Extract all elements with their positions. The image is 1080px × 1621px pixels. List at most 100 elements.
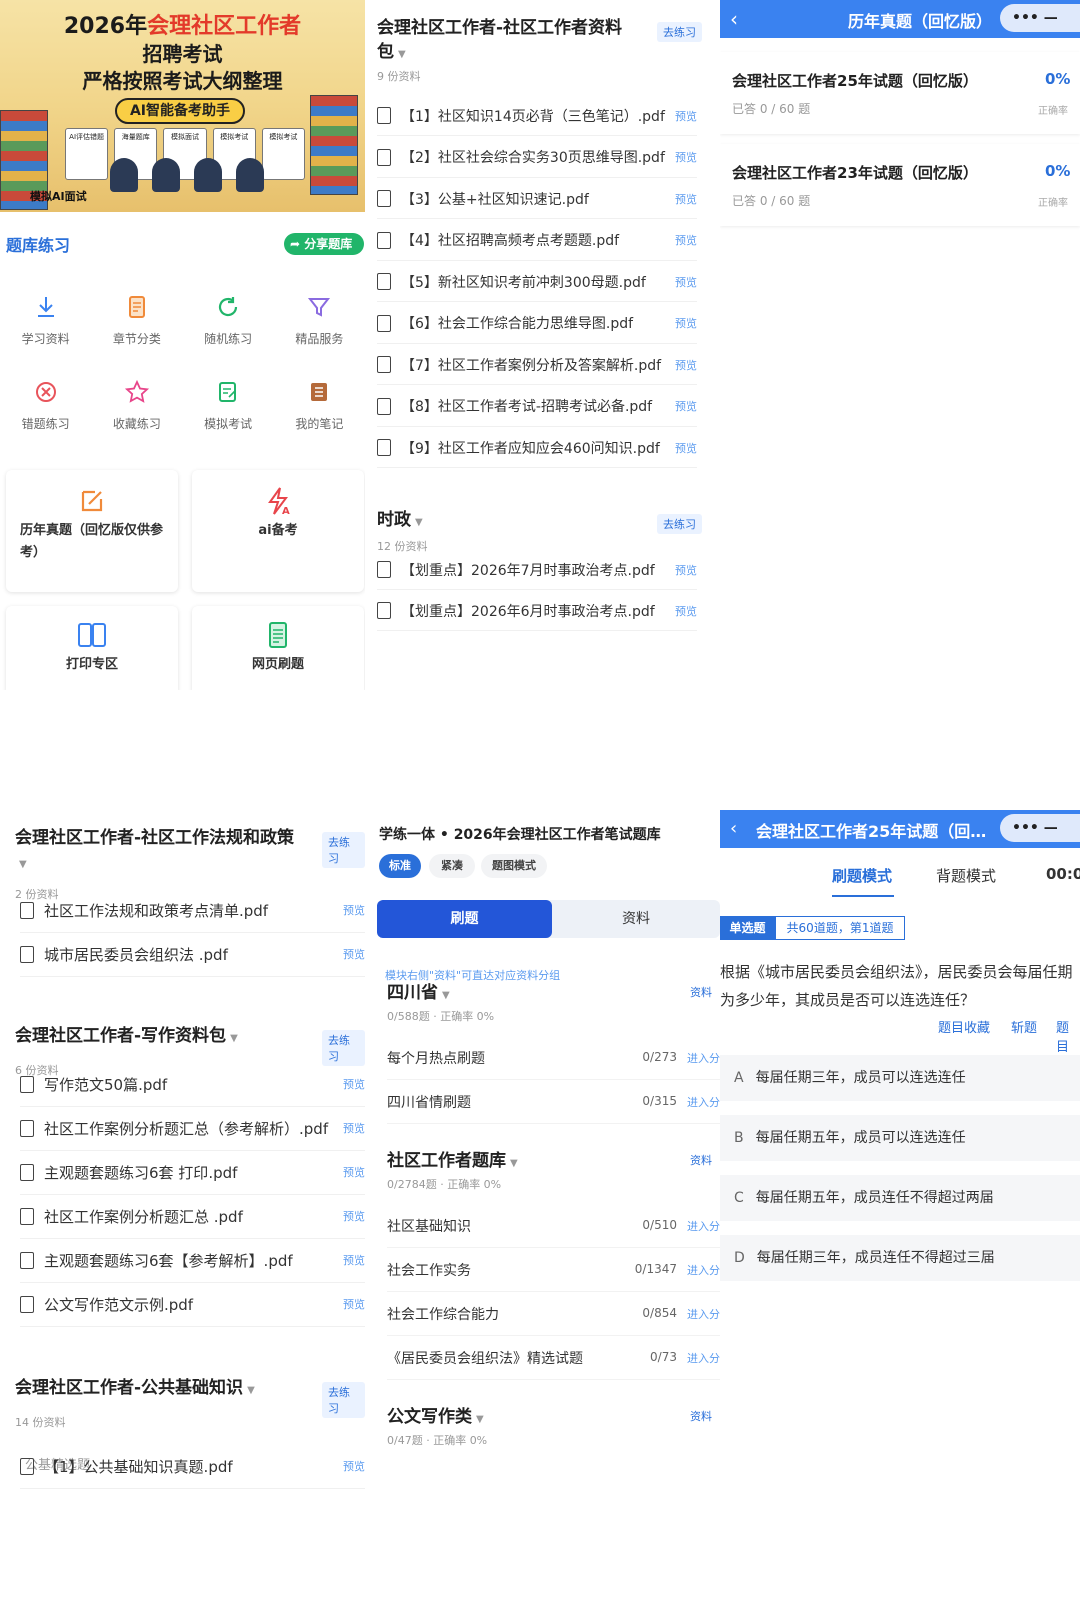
bank-group-title[interactable]: 公文写作类 ▼ (387, 1402, 484, 1427)
preview-button[interactable]: 预览 (343, 1458, 365, 1474)
share-button[interactable]: ➦ 分享题库 (284, 233, 364, 255)
preview-button[interactable]: 预览 (675, 603, 697, 619)
file-row[interactable]: 社区工作案例分析题汇总（参考解析）.pdf 预览 (20, 1106, 365, 1151)
option-c[interactable]: C 每届任期五年，成员连任不得超过两届 (720, 1175, 1080, 1221)
menu-capsule[interactable]: ••• — (1000, 4, 1080, 32)
tag-image-mode[interactable]: 题图模式 (481, 854, 547, 878)
enter-category-button[interactable]: 进入分类 (687, 1094, 720, 1110)
bank-row[interactable]: 社会工作实务 0/1347 进入分类 (387, 1248, 720, 1292)
grid-item-random[interactable]: 随机练习 (183, 290, 274, 347)
file-row[interactable]: 【9】社区工作者应知应会460问知识.pdf 预览 (377, 428, 697, 468)
preview-button[interactable]: 预览 (343, 1252, 365, 1268)
grid-item-study-materials[interactable]: 学习资料 (0, 290, 91, 347)
file-row[interactable]: 写作范文50篇.pdf 预览 (20, 1062, 365, 1107)
grid-item-premium[interactable]: 精品服务 (274, 290, 365, 347)
preview-button[interactable]: 预览 (343, 1296, 365, 1312)
menu-capsule[interactable]: ••• — (1000, 814, 1080, 842)
question-more-button[interactable]: 题目 (1056, 1017, 1080, 1055)
file-row[interactable]: 主观题套题练习6套【参考解析】.pdf 预览 (20, 1238, 365, 1283)
preview-button[interactable]: 预览 (675, 108, 697, 124)
bank-row[interactable]: 《居民委员会组织法》精选试题 0/73 进入分类 (387, 1336, 720, 1380)
group-materials-button[interactable]: 资料 (690, 984, 712, 1000)
go-practice-button[interactable]: 去练习 (657, 514, 702, 534)
promo-banner[interactable]: 2026年会理社区工作者 招聘考试 严格按照考试大纲整理 AI智能备考助手 AI… (0, 0, 365, 212)
file-row[interactable]: 【划重点】2026年6月时事政治考点.pdf 预览 (377, 591, 697, 631)
preview-button[interactable]: 预览 (675, 398, 697, 414)
file-row[interactable]: 【4】社区招聘高频考点考题题.pdf 预览 (377, 221, 697, 261)
segment-practice[interactable]: 刷题 (377, 900, 552, 938)
group-materials-button[interactable]: 资料 (690, 1152, 712, 1168)
file-row[interactable]: 【8】社区工作者考试-招聘考试必备.pdf 预览 (377, 387, 697, 427)
file-row[interactable]: 【3】公基+社区知识速记.pdf 预览 (377, 179, 697, 219)
back-icon[interactable]: ‹ (730, 7, 738, 31)
bank-row[interactable]: 社会工作综合能力 0/854 进入分类 (387, 1292, 720, 1336)
chevron-down-icon[interactable]: ▼ (476, 1414, 484, 1425)
bank-group-title[interactable]: 四川省 ▼ (387, 978, 450, 1003)
back-icon[interactable]: ‹ (730, 818, 737, 839)
bank-row[interactable]: 社区基础知识 0/510 进入分类 (387, 1204, 720, 1248)
grid-item-chapters[interactable]: 章节分类 (91, 290, 182, 347)
file-row[interactable]: 【1】社区知识14页必背（三色笔记）.pdf 预览 (377, 96, 697, 136)
enter-category-button[interactable]: 进入分类 (687, 1306, 720, 1322)
file-row[interactable]: 社区工作案例分析题汇总 .pdf 预览 (20, 1194, 365, 1239)
file-row[interactable]: 【5】新社区知识考前冲刺300母题.pdf 预览 (377, 262, 697, 302)
preview-button[interactable]: 预览 (675, 315, 697, 331)
tile-past-exams[interactable]: 历年真题（回忆版仅供参考） (6, 470, 178, 592)
preview-button[interactable]: 预览 (343, 1076, 365, 1092)
preview-button[interactable]: 预览 (343, 946, 365, 962)
chevron-down-icon[interactable]: ▼ (442, 990, 450, 1001)
preview-button[interactable]: 预览 (343, 902, 365, 918)
group-materials-button[interactable]: 资料 (690, 1408, 712, 1424)
preview-button[interactable]: 预览 (675, 149, 697, 165)
file-row[interactable]: 【划重点】2026年7月时事政治考点.pdf 预览 (377, 550, 697, 590)
preview-button[interactable]: 预览 (675, 274, 697, 290)
preview-button[interactable]: 预览 (675, 440, 697, 456)
tag-compact[interactable]: 紧凑 (429, 854, 475, 878)
chevron-down-icon[interactable]: ▼ (510, 1158, 518, 1169)
chevron-down-icon[interactable]: ▼ (230, 1033, 238, 1044)
file-row[interactable]: 【2】社区社会综合实务30页思维导图.pdf 预览 (377, 138, 697, 178)
file-row[interactable]: 城市居民委员会组织法 .pdf 预览 (20, 932, 365, 977)
cut-question-button[interactable]: 斩题 (1011, 1017, 1037, 1036)
bank-group-title[interactable]: 社区工作者题库 ▼ (387, 1146, 518, 1171)
go-practice-button[interactable]: 去练习 (322, 1030, 365, 1066)
option-b[interactable]: B 每届任期五年，成员可以连选连任 (720, 1115, 1080, 1161)
chevron-down-icon[interactable]: ▼ (398, 49, 406, 60)
chevron-down-icon[interactable]: ▼ (247, 1385, 255, 1396)
tile-print[interactable]: 打印专区 (6, 606, 178, 690)
tab-practice-mode[interactable]: 刷题模式 (832, 865, 892, 886)
segment-materials[interactable]: 资料 (552, 900, 720, 938)
file-row[interactable]: 【7】社区工作者案例分析及答案解析.pdf 预览 (377, 345, 697, 385)
go-practice-button[interactable]: 去练习 (322, 1382, 365, 1418)
grid-item-wrong-practice[interactable]: 错题练习 (0, 375, 91, 432)
file-row[interactable]: 公文写作范文示例.pdf 预览 (20, 1282, 365, 1327)
option-a[interactable]: A 每届任期三年，成员可以连选连任 (720, 1055, 1080, 1101)
tag-standard[interactable]: 标准 (379, 854, 421, 878)
grid-item-favorites[interactable]: 收藏练习 (91, 375, 182, 432)
file-row[interactable]: 【1】公共基础知识真题.pdf 预览 (20, 1444, 365, 1489)
go-practice-button[interactable]: 去练习 (322, 832, 365, 868)
bank-row[interactable]: 每个月热点刷题 0/273 进入分类 (387, 1036, 720, 1080)
bank-row[interactable]: 四川省情刷题 0/315 进入分类 (387, 1080, 720, 1124)
grid-item-mock-exam[interactable]: 模拟考试 (183, 375, 274, 432)
preview-button[interactable]: 预览 (675, 191, 697, 207)
preview-button[interactable]: 预览 (343, 1208, 365, 1224)
tile-web-practice[interactable]: 网页刷题 (192, 606, 364, 690)
preview-button[interactable]: 预览 (343, 1164, 365, 1180)
option-d[interactable]: D 每届任期三年，成员连任不得超过三届 (720, 1235, 1080, 1281)
tab-memorize-mode[interactable]: 背题模式 (936, 865, 996, 886)
tile-ai-prep[interactable]: A ai备考 (192, 470, 364, 592)
enter-category-button[interactable]: 进入分类 (687, 1050, 720, 1066)
chevron-down-icon[interactable]: ▼ (415, 517, 423, 528)
favorite-question-button[interactable]: 题目收藏 (938, 1017, 990, 1036)
enter-category-button[interactable]: 进入分类 (687, 1350, 720, 1366)
file-row[interactable]: 社区工作法规和政策考点清单.pdf 预览 (20, 888, 365, 933)
preview-button[interactable]: 预览 (675, 232, 697, 248)
file-row[interactable]: 主观题套题练习6套 打印.pdf 预览 (20, 1150, 365, 1195)
chevron-down-icon[interactable]: ▼ (19, 859, 27, 870)
enter-category-button[interactable]: 进入分类 (687, 1262, 720, 1278)
exam-card[interactable]: 会理社区工作者25年试题（回忆版） 已答 0 / 60 题 0% 正确率 (720, 52, 1080, 134)
preview-button[interactable]: 预览 (675, 357, 697, 373)
exam-card[interactable]: 会理社区工作者23年试题（回忆版） 已答 0 / 60 题 0% 正确率 (720, 144, 1080, 226)
grid-item-notes[interactable]: 我的笔记 (274, 375, 365, 432)
